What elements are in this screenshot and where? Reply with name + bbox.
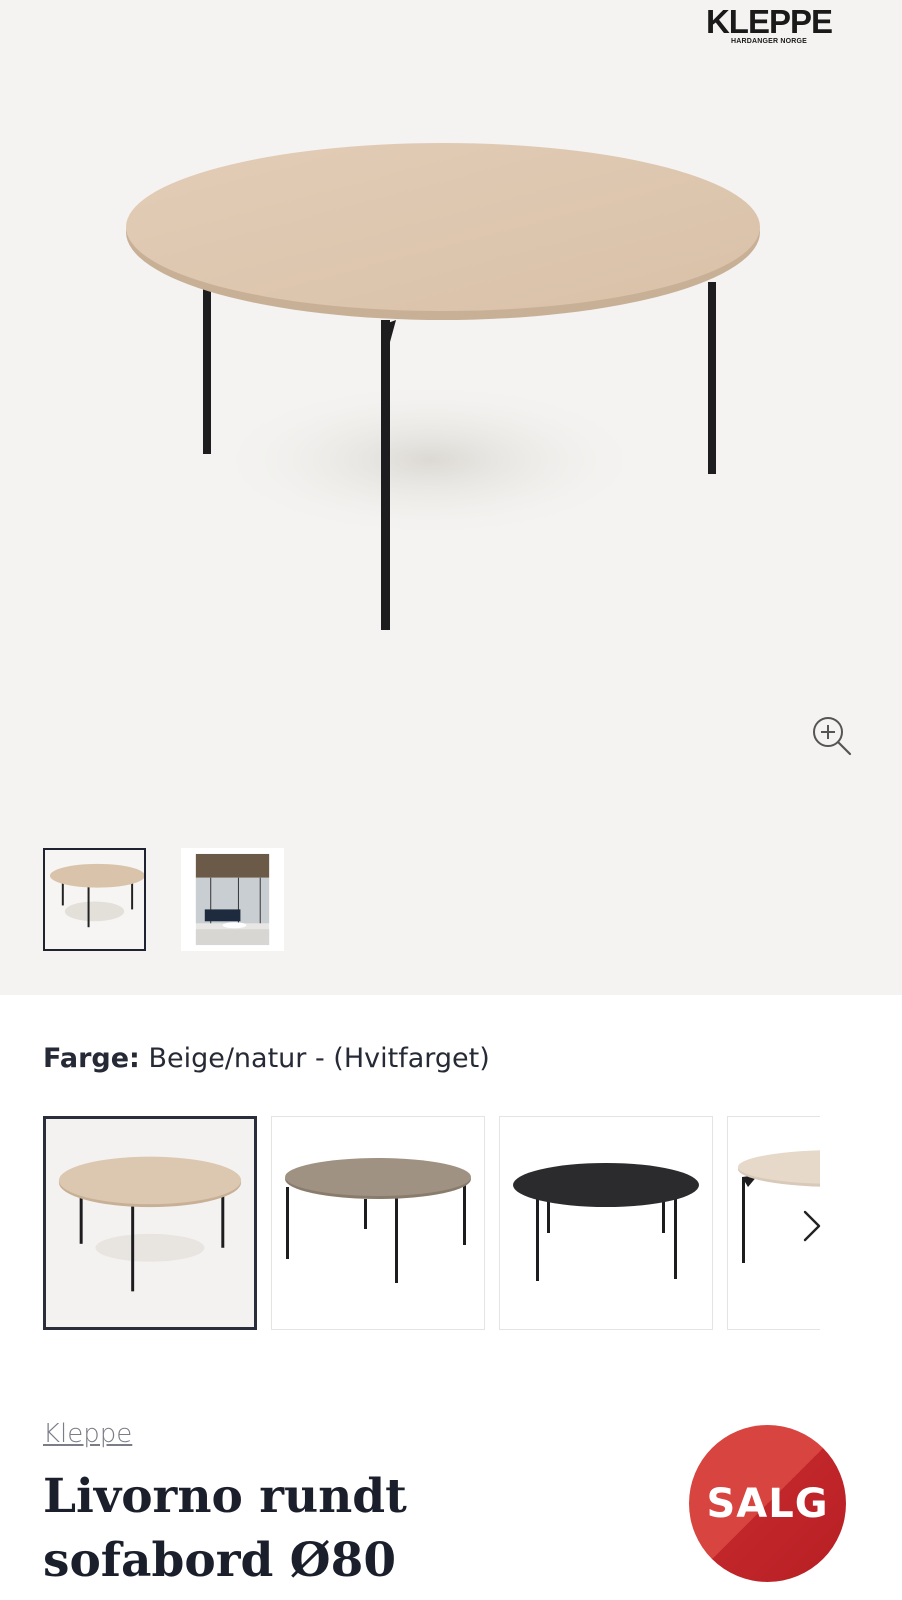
logo-text: KLEPPE xyxy=(705,3,833,40)
swatch-black-image xyxy=(513,1163,699,1281)
product-title: Livorno rundt sofabord Ø80 xyxy=(43,1469,407,1588)
thumbnail-table[interactable] xyxy=(43,848,146,951)
color-label-title: Farge: xyxy=(43,1043,140,1074)
swatch-brown-grey[interactable] xyxy=(271,1116,485,1330)
chevron-right-icon[interactable] xyxy=(795,1206,827,1246)
main-product-image[interactable] xyxy=(100,120,800,660)
swatch-beige-image xyxy=(58,1156,242,1292)
thumbnail-room-image xyxy=(195,853,270,946)
zoom-in-icon[interactable] xyxy=(810,714,854,758)
sale-badge: SALG xyxy=(689,1425,846,1582)
swatch-brown-image xyxy=(285,1158,471,1283)
brand-link[interactable]: Kleppe xyxy=(43,1419,132,1449)
swatch-black[interactable] xyxy=(499,1116,713,1330)
sale-badge-label: SALG xyxy=(706,1480,829,1527)
color-label-value: Beige/natur - (Hvitfarget) xyxy=(148,1043,490,1074)
product-gallery: KLEPPE HARDANGER NORGE xyxy=(0,0,902,995)
color-swatch-carousel[interactable] xyxy=(43,1116,820,1332)
thumbnail-room[interactable] xyxy=(181,848,284,951)
swatch-beige-natur[interactable] xyxy=(43,1116,257,1330)
color-label: Farge: Beige/natur - (Hvitfarget) xyxy=(43,1043,490,1074)
brand-logo[interactable]: KLEPPE HARDANGER NORGE xyxy=(694,4,844,52)
thumbnail-table-image xyxy=(49,863,145,928)
